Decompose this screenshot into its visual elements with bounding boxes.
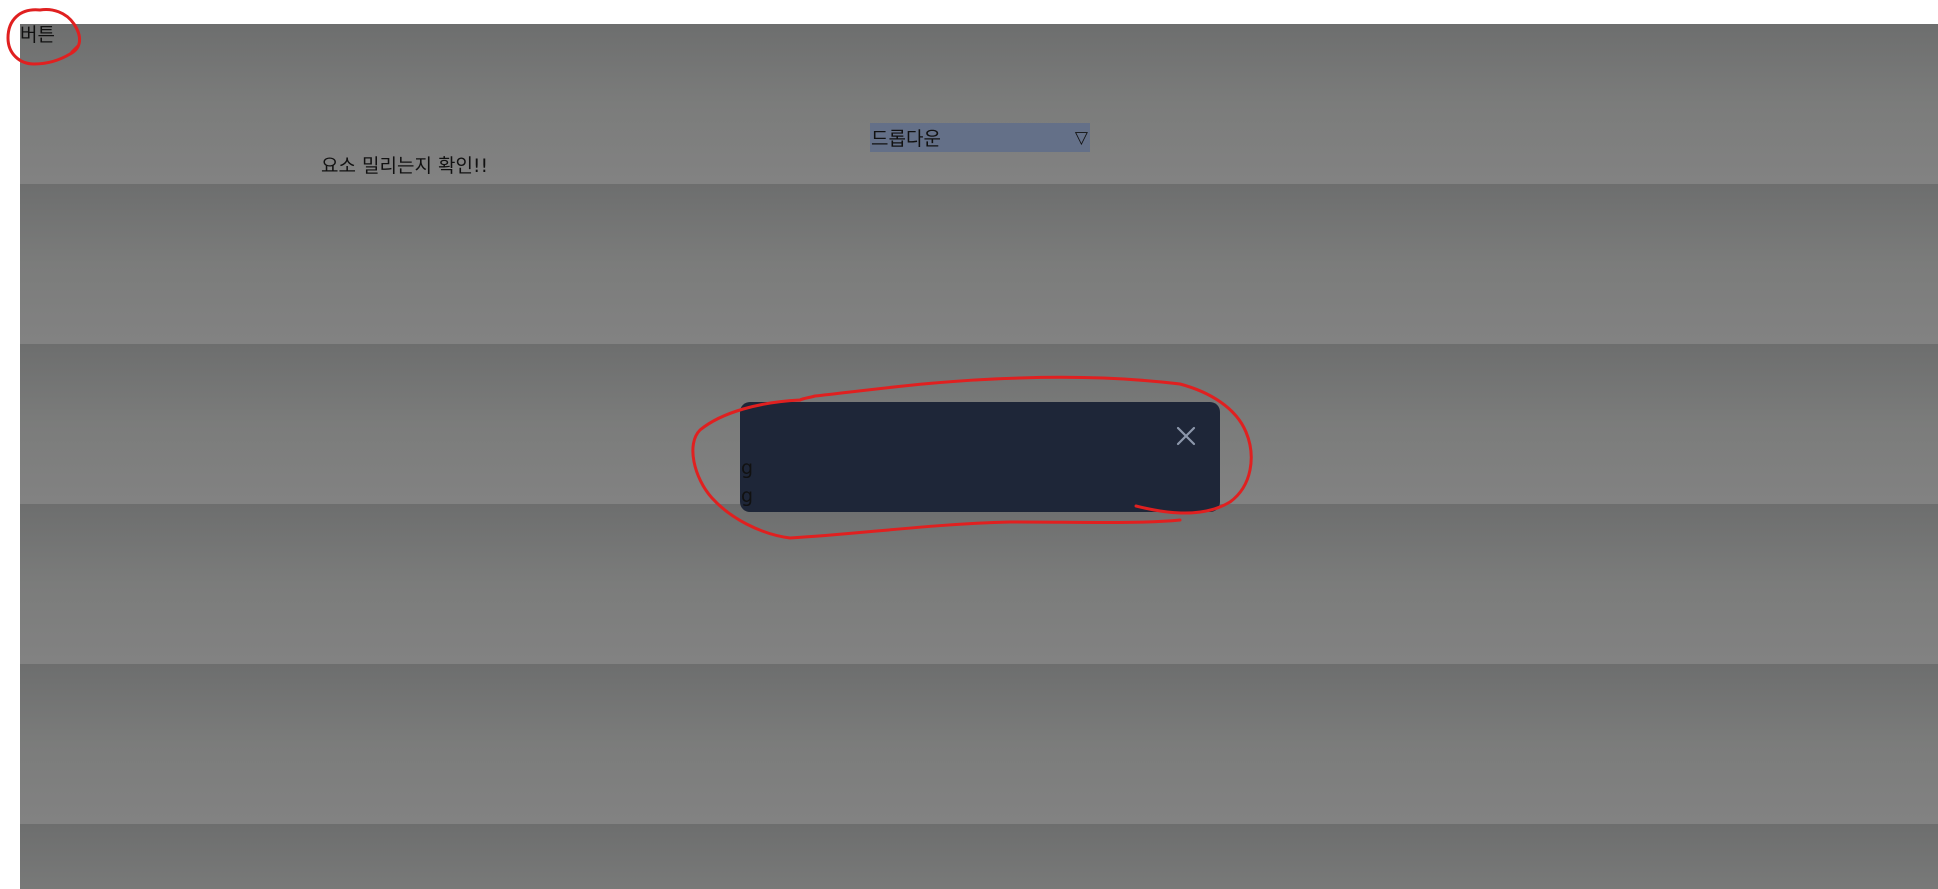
modal-text-line-1: g xyxy=(741,457,754,479)
page: 버튼 드롭다운 ▽ 요소 밀리는지 확인!! g g xyxy=(0,0,1938,889)
close-icon[interactable] xyxy=(1174,424,1198,448)
dropdown-selected-label: 드롭다운 xyxy=(871,128,941,150)
check-text: 요소 밀리는지 확인!! xyxy=(321,155,489,177)
dropdown-arrow-icon: ▽ xyxy=(1074,127,1088,148)
modal-dialog: g g xyxy=(740,402,1220,512)
dropdown-select[interactable]: 드롭다운 ▽ xyxy=(870,123,1090,152)
top-button[interactable]: 버튼 xyxy=(20,24,55,48)
modal-text-line-2: g xyxy=(741,485,754,507)
